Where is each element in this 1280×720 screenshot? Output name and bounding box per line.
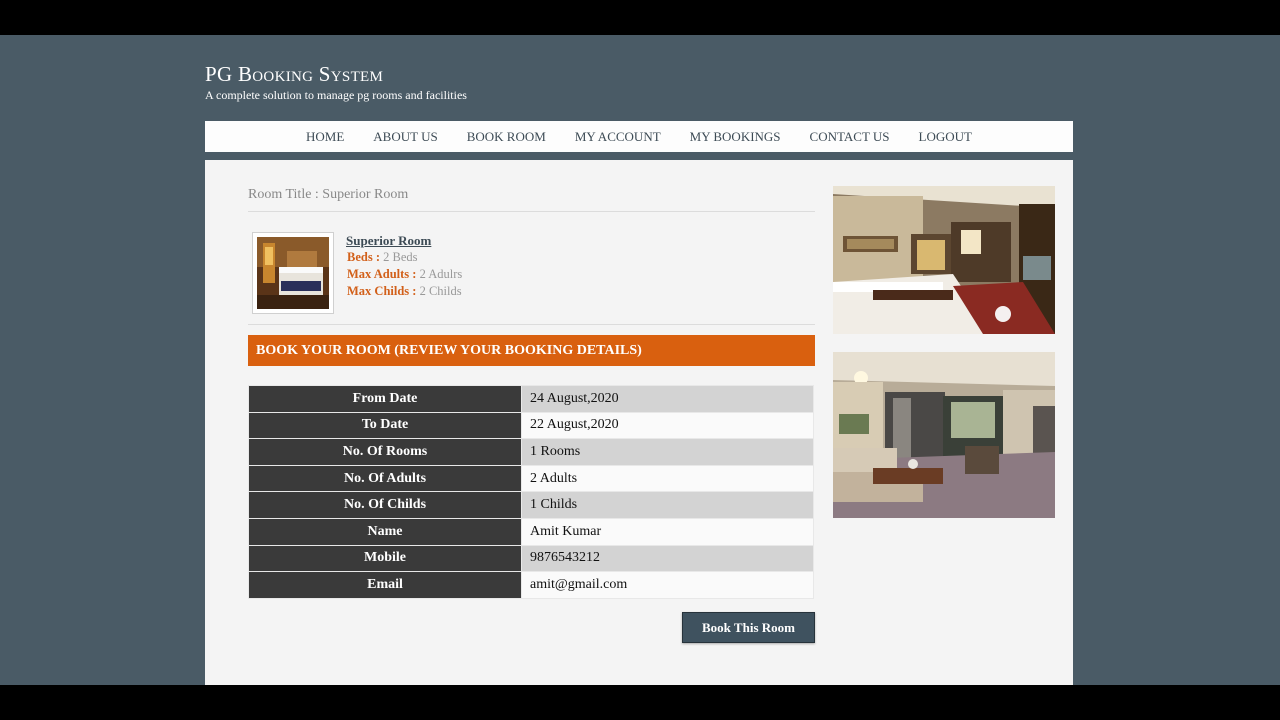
table-row: Email amit@gmail.com <box>248 571 814 599</box>
book-this-room-button[interactable]: Book This Room <box>682 612 815 643</box>
room-photo-bedroom <box>833 186 1055 334</box>
max-adults-label: Max Adults : <box>347 267 417 281</box>
booking-details-table: From Date 24 August,2020 To Date 22 Augu… <box>248 385 814 599</box>
max-childs-label: Max Childs : <box>347 284 417 298</box>
browser-viewport: PG Booking System A complete solution to… <box>0 35 1280 685</box>
room-max-childs: Max Childs : 2 Childs <box>347 284 462 299</box>
site-title: PG Booking System <box>205 62 384 86</box>
room-max-adults: Max Adults : 2 Adulrs <box>347 267 462 282</box>
to-date-label: To Date <box>248 411 522 440</box>
rooms-label: No. Of Rooms <box>248 438 522 466</box>
nav-home[interactable]: HOME <box>306 129 344 145</box>
max-childs-value: 2 Childs <box>419 284 462 298</box>
booking-section-heading: BOOK YOUR ROOM (REVIEW YOUR BOOKING DETA… <box>248 335 815 366</box>
bedroom-photo-image <box>833 186 1055 334</box>
video-letterbox-top <box>0 0 1280 35</box>
nav-my-bookings[interactable]: MY BOOKINGS <box>690 129 781 145</box>
main-navigation: HOME ABOUT US BOOK ROOM MY ACCOUNT MY BO… <box>205 121 1073 156</box>
table-row: From Date 24 August,2020 <box>248 385 814 413</box>
living-room-photo-image <box>833 352 1055 518</box>
mobile-value: 9876543212 <box>521 544 814 573</box>
site-tagline: A complete solution to manage pg rooms a… <box>205 88 467 102</box>
name-value: Amit Kumar <box>521 517 814 546</box>
from-date-label: From Date <box>248 385 522 413</box>
childs-label: No. Of Childs <box>248 491 522 519</box>
nav-about-us[interactable]: ABOUT US <box>373 129 437 145</box>
table-row: No. Of Rooms 1 Rooms <box>248 438 814 466</box>
name-label: Name <box>248 517 522 546</box>
from-date-value: 24 August,2020 <box>521 385 814 413</box>
room-name-link[interactable]: Superior Room <box>346 233 431 249</box>
table-row: Name Amit Kumar <box>248 517 814 546</box>
max-adults-value: 2 Adulrs <box>419 267 463 281</box>
nav-my-account[interactable]: MY ACCOUNT <box>575 129 661 145</box>
nav-logout[interactable]: LOGOUT <box>919 129 972 145</box>
mobile-label: Mobile <box>248 544 522 573</box>
email-label: Email <box>248 571 522 599</box>
to-date-value: 22 August,2020 <box>521 411 814 440</box>
divider <box>248 211 815 212</box>
email-value: amit@gmail.com <box>521 571 814 599</box>
room-title-heading: Room Title : Superior Room <box>248 187 409 202</box>
nav-book-room[interactable]: BOOK ROOM <box>467 129 546 145</box>
table-row: No. Of Adults 2 Adults <box>248 464 814 493</box>
divider <box>248 324 815 325</box>
table-row: To Date 22 August,2020 <box>248 411 814 440</box>
room-thumbnail[interactable] <box>252 232 334 314</box>
room-thumbnail-image <box>257 237 329 309</box>
childs-value: 1 Childs <box>521 491 814 519</box>
nav-contact-us[interactable]: CONTACT US <box>810 129 890 145</box>
room-photo-living-room <box>833 352 1055 518</box>
table-row: Mobile 9876543212 <box>248 544 814 573</box>
rooms-value: 1 Rooms <box>521 438 814 466</box>
video-letterbox-bottom <box>0 685 1280 720</box>
adults-label: No. Of Adults <box>248 464 522 493</box>
beds-label: Beds : <box>347 250 380 264</box>
adults-value: 2 Adults <box>521 464 814 493</box>
main-content: Room Title : Superior Room Superior Room… <box>205 160 1073 685</box>
table-row: No. Of Childs 1 Childs <box>248 491 814 519</box>
room-beds: Beds : 2 Beds <box>347 250 418 265</box>
beds-value: 2 Beds <box>383 250 418 264</box>
